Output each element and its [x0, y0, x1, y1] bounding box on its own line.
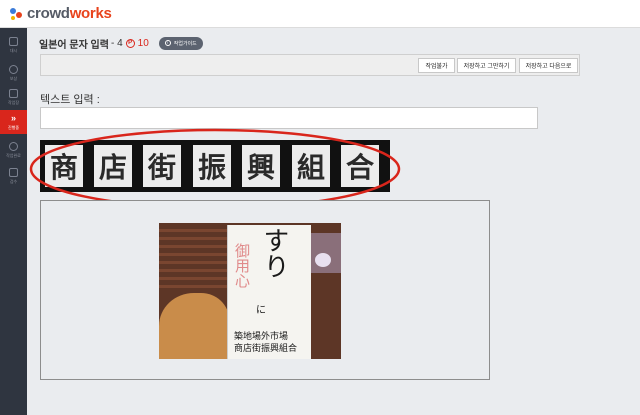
task-count: - 4: [110, 37, 123, 49]
char-tile: 振: [193, 145, 231, 187]
sidebar: 대시 보상 작업장 » 진행중 작업완료 검수: [0, 28, 27, 415]
sidebar-item-completed[interactable]: 작업완료: [0, 138, 27, 162]
char-tile: 店: [94, 145, 132, 187]
sign-red-text: 御用心: [233, 243, 251, 288]
sign-line-2: 商店街振興組合: [234, 344, 298, 354]
sidebar-item-review[interactable]: 검수: [0, 164, 27, 188]
text-image-strip: 商 店 街 振 興 組 合: [40, 140, 390, 192]
workspace-icon: [9, 88, 18, 98]
info-icon: !: [164, 40, 171, 46]
sidebar-item-workspace[interactable]: 작업장: [0, 85, 27, 109]
chevron-right-icon: »: [10, 112, 16, 123]
save-and-stop-button[interactable]: 저장하고 그만하기: [457, 58, 516, 73]
source-photo: 御用心 すり に 築地場外市場 商店街振興組合: [159, 223, 341, 359]
crowdworks-logo[interactable]: crowdworks: [8, 5, 112, 22]
char-tile: 商: [45, 145, 83, 187]
logo-text: crowdworks: [27, 5, 112, 22]
dashboard-icon: [9, 36, 18, 46]
save-and-next-button[interactable]: 저장하고 다음으로: [519, 58, 578, 73]
lock-icon: [9, 167, 18, 177]
source-image-panel: 御用心 すり に 築地場外市場 商店街振興組合: [40, 200, 490, 380]
photo-sign: 御用心 すり に 築地場外市場 商店街振興組合: [227, 225, 311, 359]
text-input-field[interactable]: [40, 107, 538, 129]
unable-to-work-button[interactable]: 작업불가: [418, 58, 455, 73]
work-guide-button[interactable]: ! 작업가이드: [158, 36, 203, 50]
point-value: 10: [137, 37, 149, 49]
sidebar-item-reward[interactable]: 보상: [0, 61, 27, 85]
action-toolbar: 작업불가 저장하고 그만하기 저장하고 다음으로: [40, 54, 580, 76]
sign-small-char: に: [256, 305, 266, 316]
task-header: 일본어 문자 입력 - 4 P 10 ! 작업가이드: [39, 36, 203, 51]
logo-dots-icon: [8, 6, 24, 22]
char-tile: 興: [242, 145, 280, 187]
char-tile: 合: [341, 145, 379, 187]
reward-icon: [9, 64, 18, 74]
top-bar: crowdworks: [0, 0, 640, 28]
sidebar-item-in-progress[interactable]: » 진행중: [0, 110, 27, 134]
char-tile: 組: [292, 145, 330, 187]
check-icon: [9, 141, 18, 151]
sign-big-text: すり: [259, 227, 289, 279]
point-icon: P: [125, 38, 135, 48]
char-tile: 街: [143, 145, 181, 187]
text-input-label: 텍스트 입력 :: [40, 94, 100, 106]
sidebar-item-dashboard[interactable]: 대시: [0, 33, 27, 57]
page-title: 일본어 문자 입력: [39, 39, 109, 51]
work-guide-label: 작업가이드: [173, 40, 197, 47]
